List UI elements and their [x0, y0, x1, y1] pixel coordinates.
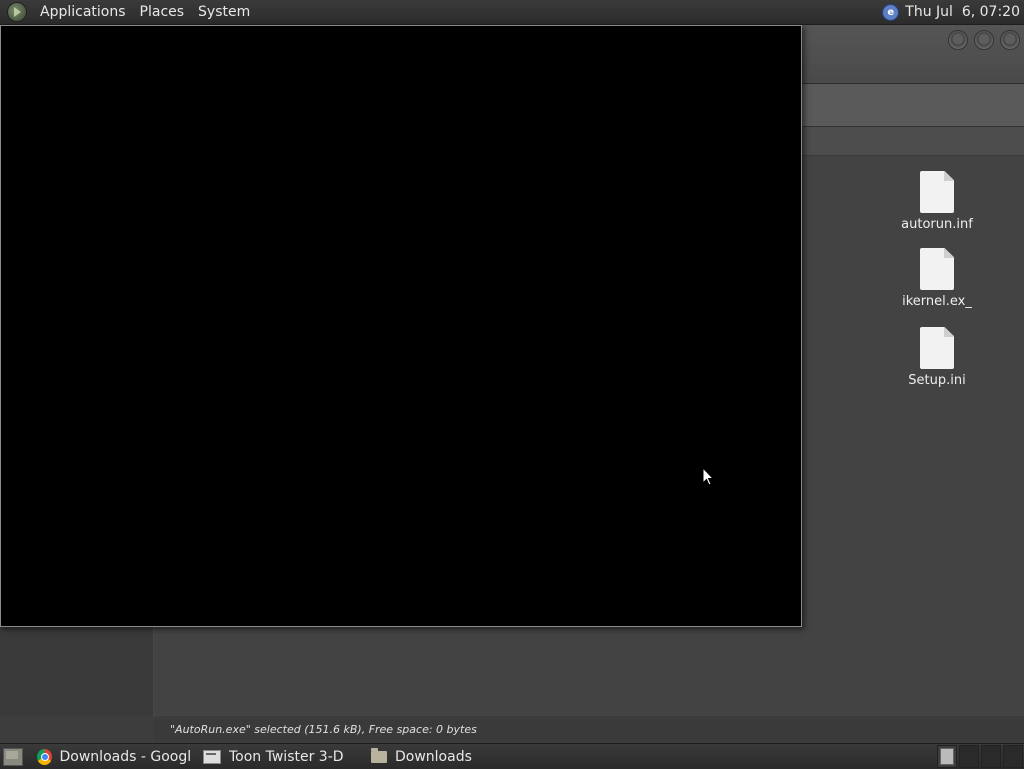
taskbar-item-toon-twister[interactable]: Toon Twister 3-D	[197, 744, 365, 769]
menu-system[interactable]: System	[191, 4, 257, 20]
file-item[interactable]: autorun.inf	[892, 171, 982, 232]
file-item[interactable]: Setup.ini	[892, 327, 982, 388]
app-window-black[interactable]	[0, 25, 802, 627]
menu-places[interactable]: Places	[133, 4, 192, 20]
show-desktop-icon[interactable]	[3, 747, 23, 766]
top-panel: Applications Places System e Thu Jul 6, …	[0, 0, 1024, 25]
task-label: Toon Twister 3-D	[229, 748, 344, 765]
menu-applications[interactable]: Applications	[33, 4, 133, 20]
workspace-3[interactable]	[981, 745, 1001, 768]
task-label: Downloads	[395, 748, 472, 765]
mouse-pointer-icon	[702, 467, 714, 486]
file-item[interactable]: ikernel.ex_	[892, 248, 982, 309]
maximize-button[interactable]	[974, 30, 994, 50]
status-bar: "AutoRun.exe" selected (151.6 kB), Free …	[154, 719, 1024, 741]
file-name: Setup.ini	[908, 373, 966, 388]
top-panel-tray: e Thu Jul 6, 07:20	[882, 0, 1020, 24]
workspace-switcher	[936, 744, 1024, 769]
folder-icon	[371, 747, 387, 763]
workspace-2[interactable]	[959, 745, 979, 768]
minimize-button[interactable]	[948, 30, 968, 50]
taskbar-item-chrome[interactable]: Downloads - Googl...	[31, 744, 197, 769]
task-label: Downloads - Googl...	[59, 748, 191, 765]
close-button[interactable]	[1000, 30, 1020, 50]
window-controls	[948, 30, 1020, 50]
document-icon	[920, 248, 954, 290]
distro-logo-icon[interactable]	[7, 2, 27, 22]
document-icon	[920, 171, 954, 213]
terminal-icon	[203, 749, 221, 764]
taskbar-item-downloads[interactable]: Downloads	[365, 744, 533, 769]
workspace-4[interactable]	[1003, 745, 1023, 768]
file-name: ikernel.ex_	[902, 294, 972, 309]
workspace-1[interactable]	[937, 745, 957, 768]
clock[interactable]: Thu Jul 6, 07:20	[905, 4, 1020, 20]
file-name: autorun.inf	[901, 217, 973, 232]
bottom-panel: Downloads - Googl... Toon Twister 3-D Do…	[0, 743, 1024, 769]
document-icon	[920, 327, 954, 369]
chrome-icon	[37, 748, 52, 765]
network-icon[interactable]: e	[882, 3, 900, 21]
